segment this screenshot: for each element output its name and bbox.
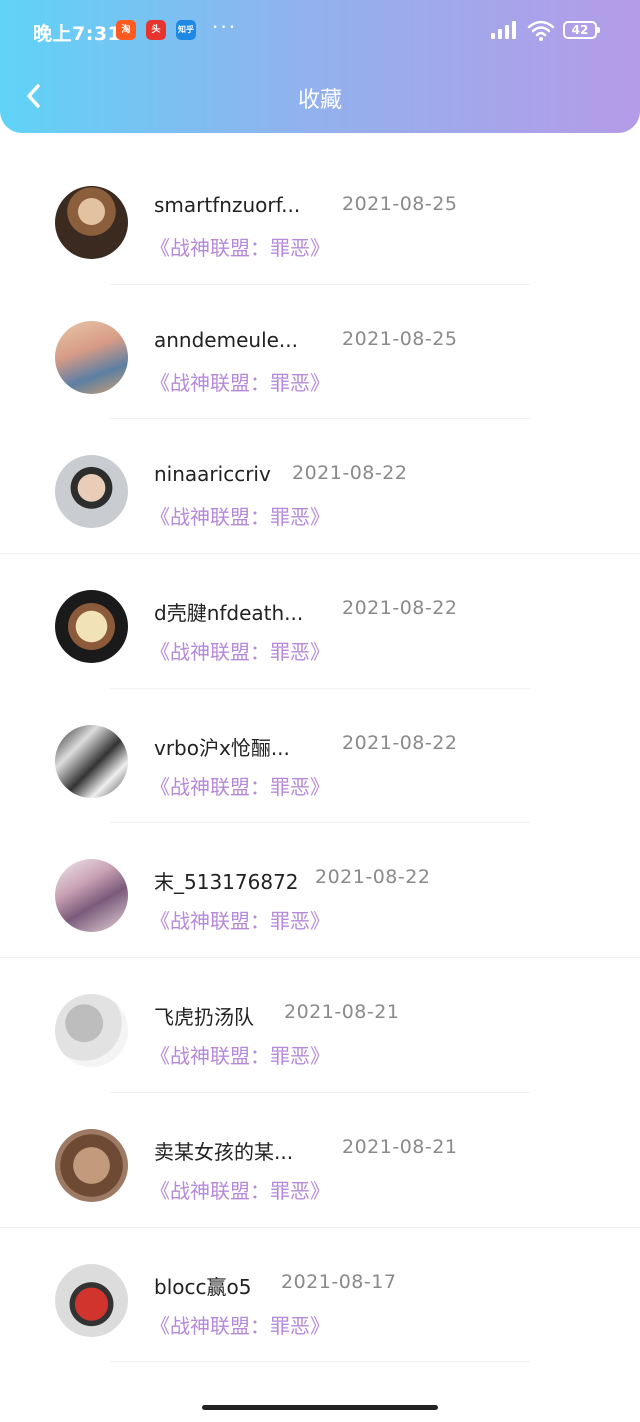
list-item[interactable]: ninaariccriv 2021-08-22 《战神联盟：罪恶》	[0, 419, 640, 555]
favorite-date: 2021-08-22	[315, 866, 431, 889]
status-time: 晚上7:31	[33, 23, 122, 45]
game-title[interactable]: 《战神联盟：罪恶》	[150, 367, 330, 396]
more-notifications-icon: ···	[212, 15, 238, 39]
game-title[interactable]: 《战神联盟：罪恶》	[150, 636, 330, 665]
avatar[interactable]	[55, 186, 128, 259]
list-item[interactable]: d壳腱nfdeath... 2021-08-22 《战神联盟：罪恶》	[0, 554, 640, 689]
favorite-date: 2021-08-22	[292, 462, 408, 485]
favorite-date: 2021-08-22	[342, 597, 458, 620]
list-item[interactable]: smartfnzuorf... 2021-08-25 《战神联盟：罪恶》	[0, 150, 640, 285]
game-title[interactable]: 《战神联盟：罪恶》	[150, 501, 330, 530]
game-title[interactable]: 《战神联盟：罪恶》	[150, 232, 330, 261]
game-title[interactable]: 《战神联盟：罪恶》	[150, 1310, 330, 1339]
taobao-app-icon: 淘	[116, 20, 136, 40]
user-name[interactable]: 末_513176872	[154, 866, 299, 895]
favorite-date: 2021-08-21	[342, 1135, 458, 1158]
avatar[interactable]	[55, 320, 128, 394]
favorites-list: smartfnzuorf... 2021-08-25 《战神联盟：罪恶》 ann…	[0, 150, 640, 1363]
list-item[interactable]: 卖某女孩的某... 2021-08-21 《战神联盟：罪恶》	[0, 1093, 640, 1228]
user-name[interactable]: smartfnzuorf...	[154, 193, 300, 217]
zhihu-app-icon: 知乎	[176, 20, 196, 40]
list-item[interactable]: blocc赢o5 2021-08-17 《战神联盟：罪恶》	[0, 1228, 640, 1363]
user-name[interactable]: 卖某女孩的某...	[154, 1136, 293, 1165]
avatar[interactable]	[55, 590, 128, 664]
list-item[interactable]: 末_513176872 2021-08-22 《战神联盟：罪恶》	[0, 823, 640, 959]
favorite-date: 2021-08-21	[284, 1001, 400, 1024]
wifi-icon	[527, 20, 555, 41]
game-title[interactable]: 《战神联盟：罪恶》	[150, 771, 330, 800]
divider	[110, 1361, 530, 1363]
status-bar: 晚上7:31 淘 头 知乎 ··· 42	[0, 0, 640, 62]
user-name[interactable]: vrbo沪x怆酾...	[154, 732, 290, 761]
user-name[interactable]: d壳腱nfdeath...	[154, 597, 303, 626]
avatar[interactable]	[55, 1263, 128, 1337]
page-title: 收藏	[297, 88, 342, 113]
game-title[interactable]: 《战神联盟：罪恶》	[150, 905, 330, 934]
favorite-date: 2021-08-17	[281, 1270, 397, 1293]
user-name[interactable]: ninaariccriv	[154, 462, 271, 486]
app-header: 晚上7:31 淘 头 知乎 ··· 42 收藏	[0, 0, 640, 133]
user-name[interactable]: anndemeule...	[154, 328, 298, 352]
avatar[interactable]	[55, 1128, 128, 1202]
user-name[interactable]: blocc赢o5	[154, 1271, 251, 1300]
avatar[interactable]	[55, 994, 128, 1068]
avatar[interactable]	[55, 724, 128, 798]
favorite-date: 2021-08-22	[342, 731, 458, 754]
toutiao-app-icon: 头	[146, 20, 166, 40]
favorite-date: 2021-08-25	[342, 193, 458, 215]
list-item[interactable]: vrbo沪x怆酾... 2021-08-22 《战神联盟：罪恶》	[0, 689, 640, 824]
battery-indicator: 42	[563, 21, 600, 39]
user-name[interactable]: 飞虎扔汤队	[154, 1001, 254, 1030]
favorite-date: 2021-08-25	[342, 327, 458, 350]
signal-icon	[491, 21, 516, 39]
avatar[interactable]	[55, 859, 128, 933]
game-title[interactable]: 《战神联盟：罪恶》	[150, 1040, 330, 1069]
list-item[interactable]: 飞虎扔汤队 2021-08-21 《战神联盟：罪恶》	[0, 958, 640, 1093]
home-indicator[interactable]	[202, 1405, 438, 1410]
list-item[interactable]: anndemeule... 2021-08-25 《战神联盟：罪恶》	[0, 285, 640, 420]
avatar[interactable]	[55, 455, 128, 529]
game-title[interactable]: 《战神联盟：罪恶》	[150, 1175, 330, 1204]
